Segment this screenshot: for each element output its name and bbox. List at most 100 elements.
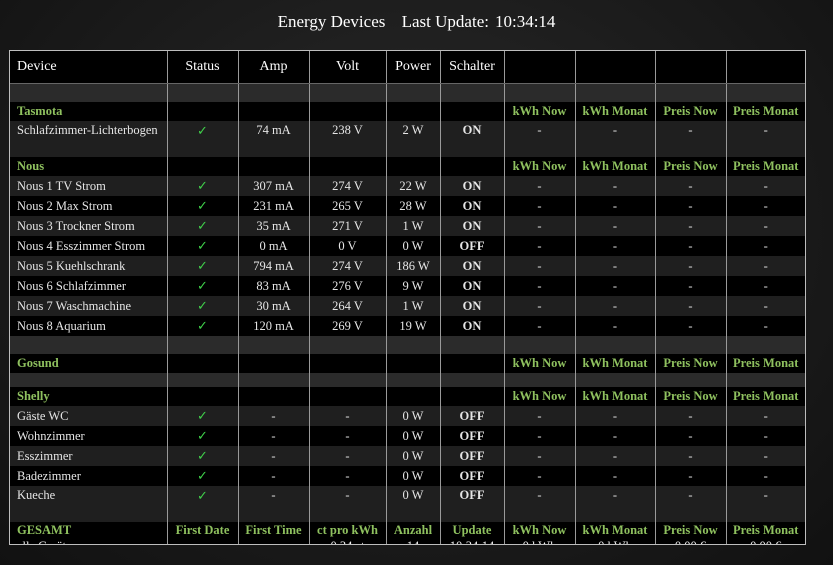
device-preis-now: - (654, 486, 726, 522)
summary-preis-monat-label: Preis Monat (725, 522, 805, 539)
spacer-cell (439, 83, 504, 102)
device-kwh-monat: - (574, 256, 655, 276)
device-kwh-now: - (503, 486, 575, 522)
device-name: Nous 2 Max Strom (10, 196, 167, 216)
device-row[interactable]: Wohnzimmer ✓ - -0 W OFF - - - - (10, 426, 805, 446)
col-header-power: Power (385, 51, 440, 84)
group-empty-cell (166, 157, 238, 176)
summary-preis-monat-value: 0.00 € (725, 539, 805, 544)
device-preis-now: - (654, 216, 726, 236)
device-amp: 0 mA (237, 236, 309, 256)
device-volt: 265 V (308, 196, 386, 216)
summary-ct-per-kwh-value: 0.34 ct (308, 539, 386, 544)
spacer-cell (725, 83, 805, 102)
device-status: ✓ (166, 296, 238, 316)
group-empty-cell (237, 387, 309, 406)
device-row[interactable]: Nous 1 TV Strom ✓ 307 mA 274 V 22 W ON - - - - (10, 176, 805, 196)
device-switch-state[interactable]: OFF (439, 486, 504, 522)
spacer-cell (654, 373, 726, 387)
device-row[interactable]: Nous 2 Max Strom ✓ 231 mA 265 V 28 W ON - - - - (10, 196, 805, 216)
spacer-cell (166, 83, 238, 102)
device-switch-state[interactable]: ON (439, 176, 504, 196)
device-kwh-monat: - (574, 466, 655, 486)
spacer-row (10, 83, 805, 102)
device-preis-monat: - (725, 486, 805, 522)
spacer-cell (503, 373, 575, 387)
device-power: 2 W (385, 121, 440, 157)
device-name: Nous 3 Trockner Strom (10, 216, 167, 236)
device-row[interactable]: Gäste WC ✓ - -0 W OFF - - - - (10, 406, 805, 426)
device-amp: - (237, 446, 309, 466)
device-kwh-monat: - (574, 176, 655, 196)
device-row[interactable]: Nous 7 Waschmachine ✓ 30 mA 264 V1 W ON - - - - (10, 296, 805, 316)
device-power: 0 W (385, 446, 440, 466)
group-header-row: Shelly kWh Now kWh Monat Preis Now Preis Mon… (10, 387, 805, 406)
summary-total-value: alle Geräte (10, 539, 167, 544)
device-kwh-now: - (503, 316, 575, 336)
device-name: Badezimmer (10, 466, 167, 486)
group-kwh-now-header: kWh Now (503, 387, 575, 406)
group-empty-cell (385, 157, 440, 176)
spacer-cell (385, 83, 440, 102)
device-switch-state[interactable]: ON (439, 121, 504, 157)
spacer-cell (574, 83, 655, 102)
device-row[interactable]: Nous 8 Aquarium ✓ 120 mA 269 V 19 W ON - - - - (10, 316, 805, 336)
device-amp: - (237, 426, 309, 446)
device-preis-monat: - (725, 406, 805, 426)
col-header-schalter: Schalter (439, 51, 504, 84)
device-switch-state[interactable]: OFF (439, 466, 504, 486)
device-name: Gäste WC (10, 406, 167, 426)
device-name: Kueche (10, 486, 167, 522)
group-kwh-now-header: kWh Now (503, 157, 575, 176)
device-volt: 276 V (308, 276, 386, 296)
device-switch-state[interactable]: OFF (439, 406, 504, 426)
device-row[interactable]: Kueche ✓ - -0 W OFF - - - - (10, 486, 805, 522)
device-switch-state[interactable]: OFF (439, 426, 504, 446)
device-amp: 74 mA (237, 121, 309, 157)
device-row[interactable]: Nous 4 Esszimmer Strom ✓ 0 mA 0 V0 W OFF - - - - (10, 236, 805, 256)
group-empty-cell (385, 102, 440, 121)
device-row[interactable]: Nous 5 Kuehlschrank ✓ 794 mA 274 V 186 W ON - -… (10, 256, 805, 276)
device-kwh-monat: - (574, 446, 655, 466)
device-switch-state[interactable]: ON (439, 296, 504, 316)
device-row[interactable]: Nous 6 Schlafzimmer ✓ 83 mA 276 V9 W ON - - - - (10, 276, 805, 296)
device-switch-state[interactable]: ON (439, 256, 504, 276)
check-icon: ✓ (197, 468, 208, 483)
device-kwh-now: - (503, 176, 575, 196)
device-switch-state[interactable]: ON (439, 316, 504, 336)
device-status: ✓ (166, 406, 238, 426)
device-power: 28 W (385, 196, 440, 216)
device-status: ✓ (166, 466, 238, 486)
check-icon: ✓ (197, 238, 208, 253)
device-switch-state[interactable]: ON (439, 216, 504, 236)
spacer-cell (503, 336, 575, 354)
col-header-empty-2 (574, 51, 655, 84)
device-name: Wohnzimmer (10, 426, 167, 446)
group-name: Gosund (10, 354, 167, 373)
device-amp: 30 mA (237, 296, 309, 316)
device-amp: 35 mA (237, 216, 309, 236)
group-empty-cell (166, 102, 238, 121)
check-icon: ✓ (197, 488, 208, 503)
device-switch-state[interactable]: OFF (439, 446, 504, 466)
device-row[interactable]: Schlafzimmer-Lichterbogen ✓ 74 mA 238 V2 WO… (10, 121, 805, 157)
device-kwh-now: - (503, 236, 575, 256)
group-preis-now-header: Preis Now (654, 354, 726, 373)
spacer-cell (654, 336, 726, 354)
device-switch-state[interactable]: ON (439, 196, 504, 216)
device-status: ✓ (166, 176, 238, 196)
device-kwh-monat: - (574, 121, 655, 157)
spacer-cell (237, 83, 309, 102)
group-empty-cell (308, 157, 386, 176)
device-row[interactable]: Esszimmer ✓ - -0 W OFF - - - - (10, 446, 805, 466)
device-status: ✓ (166, 316, 238, 336)
device-switch-state[interactable]: OFF (439, 236, 504, 256)
device-power: 22 W (385, 176, 440, 196)
device-row[interactable]: Nous 3 Trockner Strom ✓ 35 mA 271 V1 W ON - - -… (10, 216, 805, 236)
device-row[interactable]: Badezimmer ✓ - -0 W OFF - - - - (10, 466, 805, 486)
group-preis-monat-header: Preis Monat (725, 157, 805, 176)
device-kwh-monat: - (574, 486, 655, 522)
group-header-row: Tasmota kWh Now kWh Monat Preis Now Preis Mo… (10, 102, 805, 121)
device-switch-state[interactable]: ON (439, 276, 504, 296)
device-preis-monat: - (725, 296, 805, 316)
